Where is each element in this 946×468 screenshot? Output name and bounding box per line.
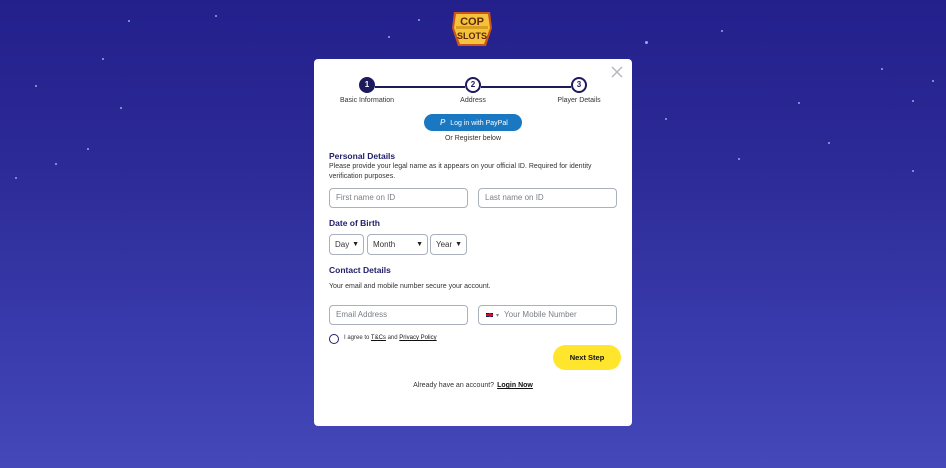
dob-day-value: Day <box>335 240 350 249</box>
step-connector <box>375 86 465 88</box>
star <box>932 80 934 82</box>
already-text: Already have an account? <box>413 382 495 389</box>
dob-day-select[interactable]: Day ▼ <box>329 234 364 255</box>
personal-details-heading: Personal Details <box>329 151 396 161</box>
dob-month-select[interactable]: Month ▼ <box>367 234 428 255</box>
dob-year-value: Year <box>436 240 453 249</box>
uk-flag-icon[interactable] <box>485 311 494 318</box>
privacy-policy-link[interactable]: Privacy Policy <box>399 335 436 341</box>
svg-text:COP: COP <box>460 16 484 28</box>
star <box>912 170 914 172</box>
star <box>388 36 390 38</box>
or-register-text: Or Register below <box>444 135 502 142</box>
star <box>798 102 800 104</box>
step-3-indicator: 3 <box>571 77 587 93</box>
terms-agree-label: I agree to T&Cs and Privacy Policy <box>344 335 437 341</box>
dob-year-select[interactable]: Year ▼ <box>430 234 467 255</box>
chevron-down-icon: ▼ <box>455 241 462 248</box>
star <box>55 163 57 165</box>
chevron-down-icon: ▼ <box>416 241 423 248</box>
step-2-indicator: 2 <box>465 77 481 93</box>
star <box>665 118 667 120</box>
login-now-link[interactable]: Login Now <box>497 382 533 389</box>
next-step-button[interactable]: Next Step <box>553 345 621 370</box>
progress-stepper: 1 2 3 Basic Information Address Player D… <box>314 77 632 107</box>
paypal-login-button[interactable]: P Log in with PayPal <box>424 114 522 131</box>
paypal-button-label: Log in with PayPal <box>450 120 508 127</box>
registration-modal: 1 2 3 Basic Information Address Player D… <box>314 59 632 426</box>
tcs-link[interactable]: T&Cs <box>371 335 386 341</box>
terms-agree-radio[interactable] <box>329 334 339 344</box>
step-1-label: Basic Information <box>339 97 395 104</box>
star <box>645 41 648 44</box>
step-2-label: Address <box>460 97 486 104</box>
star <box>215 15 217 17</box>
first-name-input[interactable]: First name on ID <box>329 188 468 208</box>
dob-month-value: Month <box>373 240 396 249</box>
step-3-label: Player Details <box>557 97 601 104</box>
agree-and: and <box>387 335 398 341</box>
star <box>35 85 37 87</box>
star <box>912 100 914 102</box>
already-have-account: Already have an account? Login Now <box>314 382 632 389</box>
svg-text:SLOTS: SLOTS <box>457 31 487 41</box>
star <box>418 19 420 21</box>
paypal-icon: P <box>440 118 446 127</box>
mobile-number-placeholder: Your Mobile Number <box>504 310 577 319</box>
email-input[interactable]: Email Address <box>329 305 468 325</box>
step-1-indicator: 1 <box>359 77 375 93</box>
star <box>128 20 130 22</box>
country-code-caret[interactable]: ▾ <box>496 313 499 319</box>
cop-slots-logo: COP SLOTS <box>452 12 492 46</box>
step-connector <box>481 86 571 88</box>
star <box>721 30 723 32</box>
contact-details-heading: Contact Details <box>329 265 391 275</box>
star <box>15 177 17 179</box>
star <box>881 68 883 70</box>
personal-details-description: Please provide your legal name as it app… <box>329 163 592 180</box>
date-of-birth-heading: Date of Birth <box>329 218 380 228</box>
chevron-down-icon: ▼ <box>352 241 359 248</box>
star <box>738 158 740 160</box>
mobile-number-input[interactable]: ▾ Your Mobile Number <box>478 305 617 325</box>
last-name-input[interactable]: Last name on ID <box>478 188 617 208</box>
star <box>828 142 830 144</box>
contact-details-description: Your email and mobile number secure your… <box>329 283 491 290</box>
agree-prefix: I agree to <box>344 335 370 341</box>
star <box>102 58 104 60</box>
star <box>120 107 122 109</box>
star <box>87 148 89 150</box>
